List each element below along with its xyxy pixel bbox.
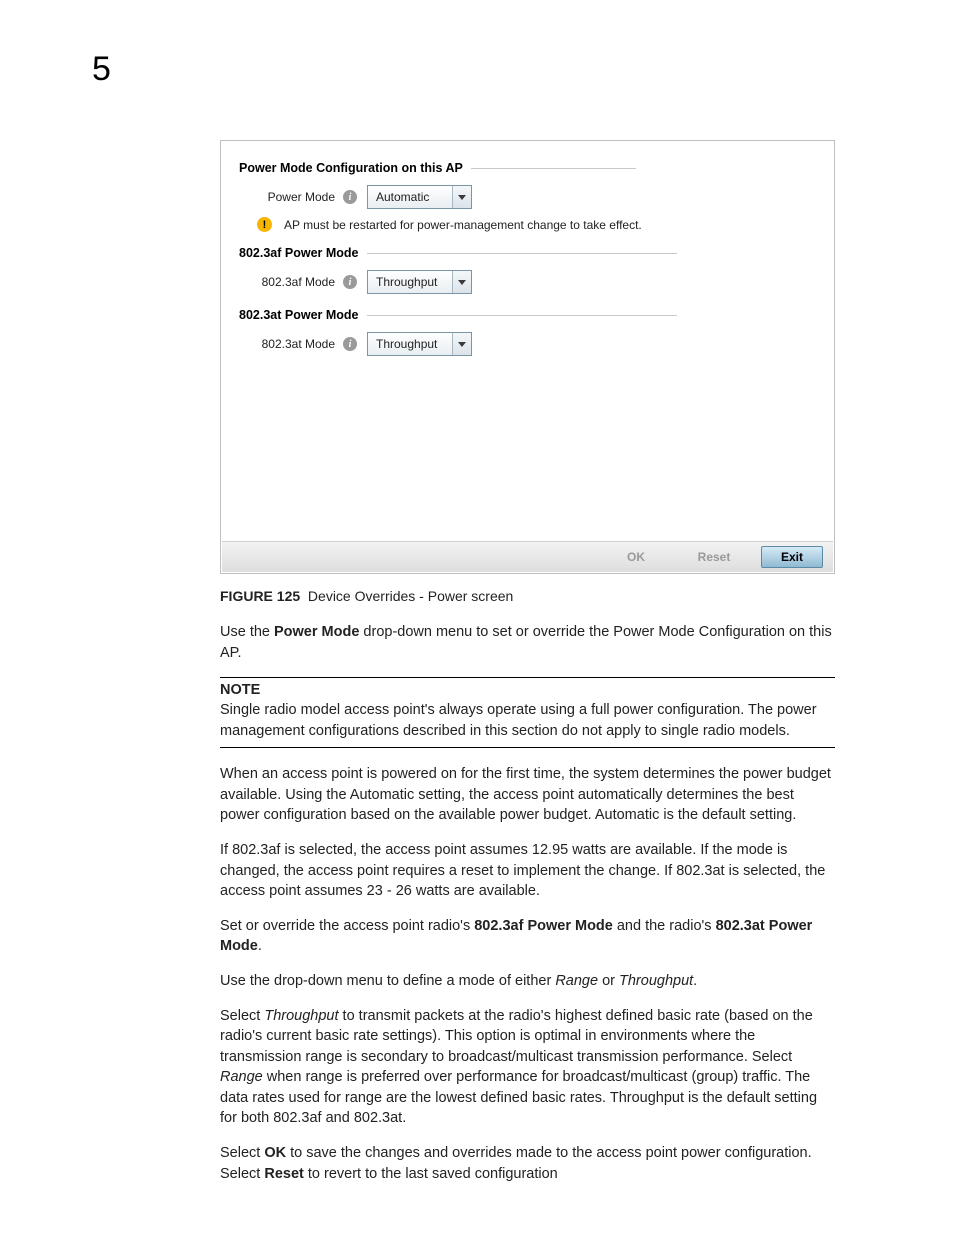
section-title: 802.3at Power Mode — [239, 308, 359, 322]
at-mode-dropdown[interactable]: Throughput — [367, 332, 472, 356]
power-mode-label: Power Mode — [257, 190, 335, 204]
paragraph: Select OK to save the changes and overri… — [220, 1143, 835, 1184]
figure-caption-text: Device Overrides - Power screen — [308, 588, 513, 604]
at-mode-label: 802.3at Mode — [257, 337, 335, 351]
paragraph: Select Throughput to transmit packets at… — [220, 1006, 835, 1129]
paragraph: Use the Power Mode drop-down menu to set… — [220, 622, 835, 663]
note-title: NOTE — [220, 682, 835, 698]
section-title: Power Mode Configuration on this AP — [239, 161, 463, 175]
paragraph: If 802.3af is selected, the access point… — [220, 840, 835, 902]
section-802-3at: 802.3at Power Mode 802.3at Mode i Throug… — [239, 308, 816, 356]
af-mode-dropdown[interactable]: Throughput — [367, 270, 472, 294]
note-body: Single radio model access point's always… — [220, 700, 835, 741]
info-icon[interactable]: i — [343, 190, 357, 204]
figure-caption: FIGURE 125 Device Overrides - Power scre… — [220, 588, 835, 604]
reset-button[interactable]: Reset — [683, 546, 745, 568]
af-mode-label: 802.3af Mode — [257, 275, 335, 289]
chapter-number: 5 — [92, 50, 111, 89]
button-bar: OK Reset Exit — [222, 541, 833, 572]
chevron-down-icon[interactable] — [452, 333, 471, 355]
warning-text: AP must be restarted for power-managemen… — [284, 218, 642, 232]
section-power-mode-config: Power Mode Configuration on this AP Powe… — [239, 161, 816, 232]
chevron-down-icon[interactable] — [452, 271, 471, 293]
section-title: 802.3af Power Mode — [239, 246, 359, 260]
paragraph: Set or override the access point radio's… — [220, 916, 835, 957]
paragraph: When an access point is powered on for t… — [220, 764, 835, 826]
paragraph: Use the drop-down menu to define a mode … — [220, 971, 835, 992]
power-mode-dropdown[interactable]: Automatic — [367, 185, 472, 209]
dropdown-value: Throughput — [368, 333, 452, 355]
figure-label: FIGURE 125 — [220, 588, 300, 604]
dropdown-value: Automatic — [368, 186, 452, 208]
divider — [367, 253, 677, 254]
info-icon[interactable]: i — [343, 337, 357, 351]
info-icon[interactable]: i — [343, 275, 357, 289]
chevron-down-icon[interactable] — [452, 186, 471, 208]
ok-button[interactable]: OK — [605, 546, 667, 568]
exit-button[interactable]: Exit — [761, 546, 823, 568]
power-config-panel: Power Mode Configuration on this AP Powe… — [220, 140, 835, 574]
divider — [367, 315, 677, 316]
note-block: NOTE Single radio model access point's a… — [220, 677, 835, 748]
dropdown-value: Throughput — [368, 271, 452, 293]
restart-warning: ! AP must be restarted for power-managem… — [239, 217, 816, 232]
divider — [471, 168, 636, 169]
warning-icon: ! — [257, 217, 272, 232]
section-802-3af: 802.3af Power Mode 802.3af Mode i Throug… — [239, 246, 816, 294]
